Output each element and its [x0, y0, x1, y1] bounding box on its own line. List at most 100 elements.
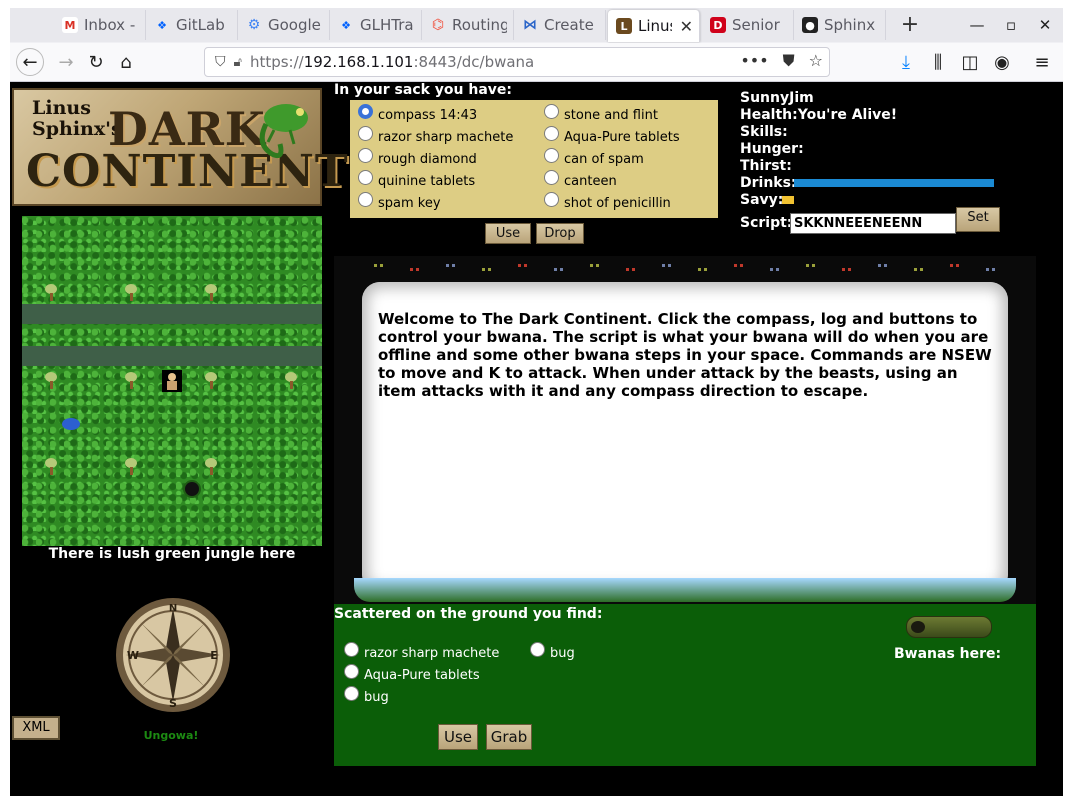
bookmark-star-icon[interactable]: ☆	[809, 51, 823, 71]
sack-item-radio[interactable]	[358, 192, 373, 207]
library-button[interactable]: ⫼	[924, 48, 952, 76]
lurking-eyes	[334, 256, 1036, 278]
home-button[interactable]: ⌂	[112, 48, 140, 76]
back-button[interactable]: ←	[16, 48, 44, 76]
maximize-button[interactable]: ▫	[1000, 14, 1022, 36]
forward-button[interactable]: →	[52, 48, 80, 76]
sack-item[interactable]: quinine tablets	[358, 170, 475, 189]
tab-create[interactable]: ⋈ Create	[514, 10, 606, 40]
reload-button[interactable]: ↻	[82, 48, 110, 76]
beast-spider-icon	[185, 482, 199, 496]
eye-glint	[554, 268, 557, 271]
compass-east[interactable]: E	[210, 649, 218, 662]
page-actions-menu-icon[interactable]: •••	[740, 51, 768, 71]
ground-item[interactable]: Aqua-Pure tablets	[344, 664, 480, 683]
sack-item[interactable]: spam key	[358, 192, 441, 211]
tab-gitlab[interactable]: ❖ GitLab	[146, 10, 238, 40]
jungle-map[interactable]	[22, 216, 322, 546]
sack-drop-button[interactable]: Drop	[536, 223, 584, 244]
url-scheme: https://	[249, 53, 304, 71]
eye-glint	[626, 268, 629, 271]
tab-senior[interactable]: D Senior	[702, 10, 794, 40]
ground-item[interactable]: razor sharp machete	[344, 642, 499, 661]
ground-item-radio[interactable]	[344, 642, 359, 657]
ground-grab-button[interactable]: Grab	[486, 724, 532, 750]
tab-sphinx[interactable]: ● Sphinx	[794, 10, 886, 40]
tab-routing[interactable]: ⌬ Routing	[422, 10, 514, 40]
ground-item-radio[interactable]	[344, 664, 359, 679]
eye-glint	[668, 264, 671, 267]
player-status: SunnyJim Health:You're Alive! Skills: Hu…	[740, 90, 897, 232]
game-logo: Linus Sphinx's DARK CONTINENT	[12, 88, 348, 206]
eye-glint	[914, 268, 917, 271]
sack-item[interactable]: razor sharp machete	[358, 126, 513, 145]
tab-linus[interactable]: L Linus ✕	[608, 10, 700, 42]
eye-glint	[812, 264, 815, 267]
sack-item-radio[interactable]	[544, 170, 559, 185]
tree-icon	[42, 284, 60, 302]
ground-item[interactable]: bug	[344, 686, 389, 705]
compass-icon[interactable]: N S E W	[114, 596, 232, 714]
sack-item-radio[interactable]	[358, 126, 373, 141]
eye-glint	[590, 264, 593, 267]
sack-item-radio[interactable]	[544, 148, 559, 163]
log-icon[interactable]	[906, 616, 992, 638]
eye-glint	[740, 264, 743, 267]
sack-item[interactable]: Aqua-Pure tablets	[544, 126, 680, 145]
sack-item[interactable]: rough diamond	[358, 148, 477, 167]
sidebar-button[interactable]: ◫	[956, 48, 984, 76]
ground-item-radio[interactable]	[344, 686, 359, 701]
home-icon: ⌂	[120, 51, 132, 73]
sack-item-radio[interactable]	[358, 148, 373, 163]
eye-glint	[446, 264, 449, 267]
gmail-icon: M	[62, 17, 78, 33]
sack-item[interactable]: compass 14:43	[358, 104, 477, 123]
eye-glint	[806, 264, 809, 267]
new-tab-button[interactable]: +	[896, 12, 924, 40]
account-button[interactable]: ◉	[988, 48, 1016, 76]
eye-glint	[482, 268, 485, 271]
ground-item-radio[interactable]	[530, 642, 545, 657]
arrow-left-icon: ←	[22, 51, 38, 73]
sack-item-radio[interactable]	[358, 170, 373, 185]
sack-item[interactable]: shot of penicillin	[544, 192, 671, 211]
compass-north[interactable]: N	[169, 603, 177, 614]
eye-glint	[776, 268, 779, 271]
script-input[interactable]: SKKNNEEENEENN	[790, 213, 956, 234]
sack-item-radio[interactable]	[544, 126, 559, 141]
set-script-button[interactable]: Set	[956, 207, 1000, 232]
compass-west[interactable]: W	[127, 649, 139, 662]
sack-item-radio[interactable]	[544, 192, 559, 207]
ground-use-button[interactable]: Use	[438, 724, 478, 750]
tab-glhtra[interactable]: ❖ GLHTra	[330, 10, 422, 40]
sack-item-radio[interactable]	[544, 104, 559, 119]
pocket-icon[interactable]: ⛊	[783, 51, 795, 71]
tree-icon	[42, 372, 60, 390]
close-tab-icon[interactable]: ✕	[680, 17, 693, 36]
sack-item[interactable]: canteen	[544, 170, 617, 189]
url-bar[interactable]: ⛉ 🔓︎ https:// 192.168.1.101 :8443/dc/bwa…	[204, 47, 830, 77]
tumblr-icon: D	[710, 17, 726, 33]
sack-use-button[interactable]: Use	[485, 223, 531, 244]
sack-item-radio[interactable]	[358, 104, 373, 119]
tree-icon	[202, 284, 220, 302]
insecure-lock-icon[interactable]: 🔓︎	[234, 55, 242, 70]
menu-button[interactable]: ≡	[1028, 48, 1056, 76]
eye-glint	[488, 268, 491, 271]
ground-item[interactable]: bug	[530, 642, 575, 661]
river	[22, 304, 322, 324]
account-icon: ◉	[994, 51, 1010, 73]
sack-item[interactable]: stone and flint	[544, 104, 658, 123]
eye-glint	[920, 268, 923, 271]
sack-item[interactable]: can of spam	[544, 148, 644, 167]
tab-inbox[interactable]: M Inbox -	[54, 10, 146, 40]
close-window-button[interactable]: ✕	[1034, 14, 1056, 36]
eye-glint	[662, 264, 665, 267]
minimize-button[interactable]: —	[966, 14, 988, 36]
shield-icon[interactable]: ⛉	[215, 54, 226, 70]
tab-google[interactable]: ⚙ Google	[238, 10, 330, 40]
downloads-button[interactable]: ⤓	[892, 48, 920, 76]
eye-glint	[956, 264, 959, 267]
compass-south[interactable]: S	[169, 697, 177, 710]
xml-button[interactable]: XML	[12, 716, 60, 740]
